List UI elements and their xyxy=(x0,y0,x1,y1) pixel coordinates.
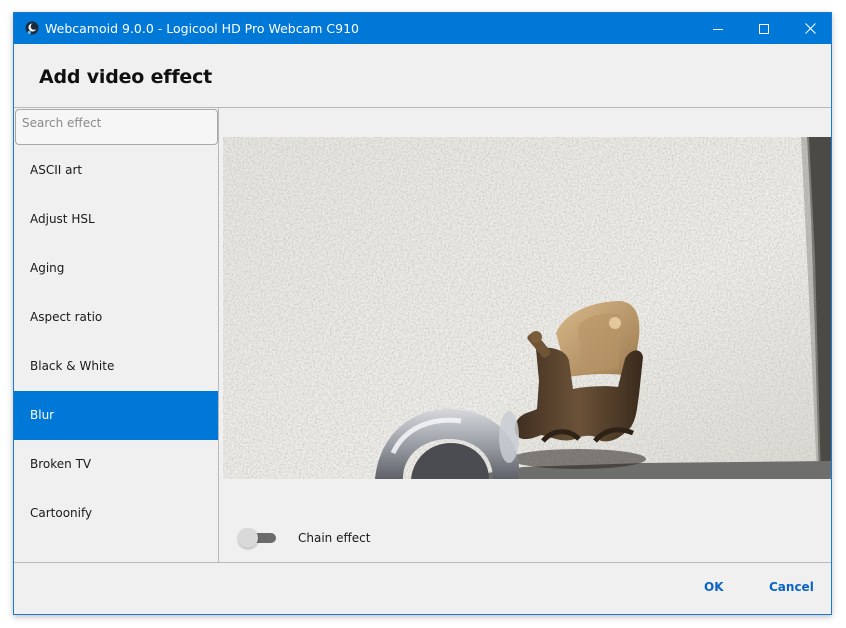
toggle-knob xyxy=(238,528,258,548)
chain-effect-label: Chain effect xyxy=(298,531,371,545)
title-bar[interactable]: Webcamoid 9.0.0 - Logicool HD Pro Webcam… xyxy=(14,13,831,44)
page-title: Add video effect xyxy=(39,66,213,88)
maximize-button[interactable] xyxy=(741,13,787,44)
search-input[interactable] xyxy=(15,109,218,145)
dialog-window: Webcamoid 9.0.0 - Logicool HD Pro Webcam… xyxy=(13,12,832,615)
close-button[interactable] xyxy=(787,13,833,44)
maximize-icon xyxy=(759,23,769,34)
chain-effect-row: Chain effect xyxy=(238,526,370,550)
minimize-icon xyxy=(713,28,723,30)
window-title: Webcamoid 9.0.0 - Logicool HD Pro Webcam… xyxy=(45,21,359,36)
effect-item-ascii-art[interactable]: ASCII art xyxy=(14,146,218,195)
ok-button[interactable]: OK xyxy=(704,580,724,594)
effect-item-blur[interactable]: Blur xyxy=(14,391,218,440)
effect-item-aging[interactable]: Aging xyxy=(14,244,218,293)
effect-item-black-white[interactable]: Black & White xyxy=(14,342,218,391)
effect-list: ASCII art Adjust HSL Aging Aspect ratio … xyxy=(14,146,218,538)
effect-item-adjust-hsl[interactable]: Adjust HSL xyxy=(14,195,218,244)
cancel-button[interactable]: Cancel xyxy=(769,580,814,594)
dialog-footer: OK Cancel xyxy=(14,562,831,614)
effect-item-cartoonify[interactable]: Cartoonify xyxy=(14,489,218,538)
camera-preview xyxy=(223,137,831,479)
effect-content: Chain effect xyxy=(220,108,831,562)
dialog-header: Add video effect xyxy=(14,44,831,108)
close-icon xyxy=(804,23,816,34)
webcam-preview-image xyxy=(223,137,831,479)
minimize-button[interactable] xyxy=(695,13,741,44)
effect-item-broken-tv[interactable]: Broken TV xyxy=(14,440,218,489)
chain-effect-toggle[interactable] xyxy=(238,528,276,548)
effect-item-aspect-ratio[interactable]: Aspect ratio xyxy=(14,293,218,342)
webcamoid-app-icon xyxy=(25,21,39,35)
effects-sidebar: ASCII art Adjust HSL Aging Aspect ratio … xyxy=(14,108,219,562)
